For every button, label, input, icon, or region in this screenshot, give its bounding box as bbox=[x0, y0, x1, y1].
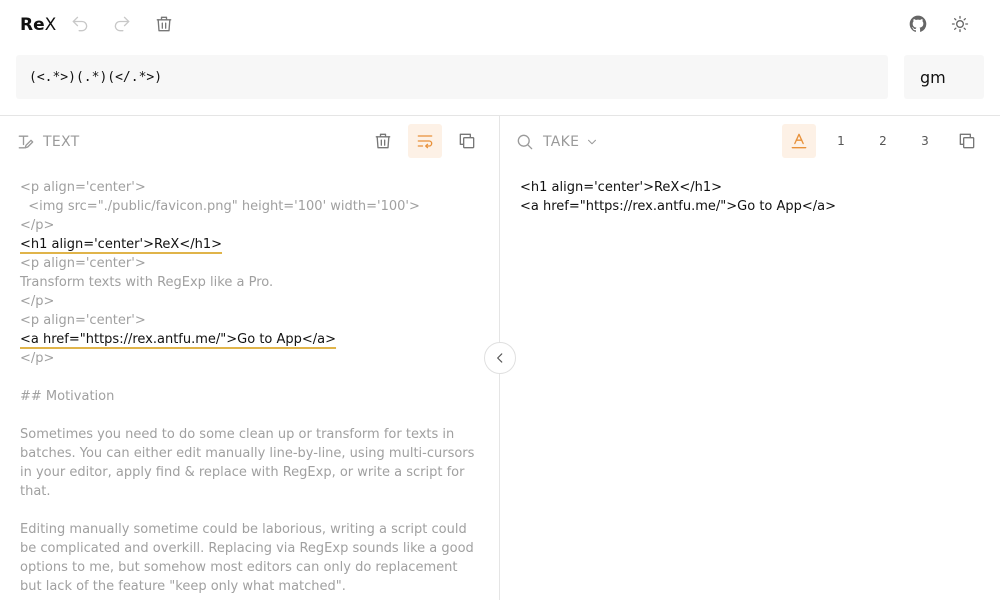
text-line: </p> bbox=[20, 216, 490, 235]
match-all-toggle[interactable] bbox=[782, 124, 816, 158]
copy-result-button[interactable] bbox=[950, 124, 984, 158]
text-line-content: that. bbox=[20, 484, 51, 499]
matched-text: <a href="https://rex.antfu.me/">Go to Ap… bbox=[20, 332, 337, 347]
edit-text-icon bbox=[18, 135, 34, 149]
result-line: <h1 align='center'>ReX</h1> bbox=[520, 180, 723, 195]
text-wrap-icon bbox=[417, 135, 433, 149]
group-3-button[interactable]: 3 bbox=[908, 124, 942, 158]
redo-icon bbox=[114, 16, 130, 32]
app-header: ReX bbox=[0, 0, 1000, 50]
text-line: <p align='center'> bbox=[20, 178, 490, 197]
app-logo: ReX bbox=[20, 15, 57, 35]
text-line-content: batches. You can either edit manually li… bbox=[20, 446, 475, 461]
text-line: batches. You can either edit manually li… bbox=[20, 444, 490, 463]
text-pane: TEXT <p align='center'> <img src="./publ… bbox=[0, 116, 500, 600]
wrap-lines-toggle[interactable] bbox=[408, 124, 442, 158]
text-editor[interactable]: <p align='center'> <img src="./public/fa… bbox=[20, 178, 490, 596]
text-pane-header: TEXT bbox=[16, 132, 80, 152]
clear-all-button[interactable] bbox=[153, 13, 175, 35]
text-line: Editing manually sometime could be labor… bbox=[20, 520, 490, 539]
text-line-content: </p> bbox=[20, 351, 55, 366]
result-output: <h1 align='center'>ReX</h1> <a href="http… bbox=[520, 178, 980, 216]
copy-icon bbox=[459, 133, 475, 149]
group-1-button[interactable]: 1 bbox=[824, 124, 858, 158]
text-line-content: </p> bbox=[20, 218, 55, 233]
text-line-content: ## Motivation bbox=[20, 389, 115, 404]
chevron-left-icon bbox=[497, 353, 503, 363]
text-line-content: Sometimes you need to do some clean up o… bbox=[20, 427, 455, 442]
text-line-content: <p align='center'> bbox=[20, 256, 146, 271]
clear-text-button[interactable] bbox=[366, 124, 400, 158]
sun-icon bbox=[951, 15, 969, 33]
take-pane-toolbar: TAKE 1 2 3 bbox=[501, 116, 1000, 164]
text-line: </p> bbox=[20, 349, 490, 368]
text-line: in your editor, apply find & replace wit… bbox=[20, 463, 490, 482]
matched-text: <h1 align='center'>ReX</h1> bbox=[20, 237, 223, 252]
text-line: Transform texts with RegExp like a Pro. bbox=[20, 273, 490, 292]
text-line-content: </p> bbox=[20, 294, 55, 309]
theme-toggle-button[interactable] bbox=[949, 13, 971, 35]
copy-icon bbox=[959, 133, 975, 149]
take-mode-dropdown[interactable]: TAKE bbox=[515, 132, 599, 152]
search-icon bbox=[517, 134, 533, 150]
text-line: ## Motivation bbox=[20, 387, 490, 406]
collapse-pane-button[interactable] bbox=[484, 342, 516, 374]
regex-pattern-input[interactable] bbox=[16, 55, 888, 99]
result-line: <a href="https://rex.antfu.me/">Go to Ap… bbox=[520, 199, 837, 214]
text-line: </p> bbox=[20, 292, 490, 311]
text-line: <img src="./public/favicon.png" height='… bbox=[20, 197, 490, 216]
text-line: be complicated and overkill. Replacing v… bbox=[20, 539, 490, 558]
regex-bar bbox=[0, 50, 1000, 116]
text-line: <a href="https://rex.antfu.me/">Go to Ap… bbox=[20, 330, 490, 349]
text-line-content: Transform texts with RegExp like a Pro. bbox=[20, 275, 274, 290]
github-icon bbox=[909, 15, 927, 32]
copy-text-button[interactable] bbox=[450, 124, 484, 158]
trash-icon bbox=[156, 16, 172, 32]
take-pane: TAKE 1 2 3 <h1 align='center'>ReX</h1> <a… bbox=[501, 116, 1000, 600]
text-line: Sometimes you need to do some clean up o… bbox=[20, 425, 490, 444]
text-line-content: Editing manually sometime could be labor… bbox=[20, 522, 467, 537]
redo-button[interactable] bbox=[111, 13, 133, 35]
text-line-content: be complicated and overkill. Replacing v… bbox=[20, 541, 474, 556]
text-pane-label: TEXT bbox=[43, 134, 80, 150]
regex-flags-input[interactable] bbox=[904, 55, 984, 99]
undo-icon bbox=[72, 16, 88, 32]
github-link[interactable] bbox=[907, 13, 929, 35]
text-line: but lack of the feature "keep only what … bbox=[20, 577, 490, 596]
text-highlight-icon bbox=[791, 133, 807, 149]
undo-button[interactable] bbox=[69, 13, 91, 35]
text-line: <h1 align='center'>ReX</h1> bbox=[20, 235, 490, 254]
text-line: options to me, but somehow most editors … bbox=[20, 558, 490, 577]
text-line bbox=[20, 368, 490, 387]
text-line: <p align='center'> bbox=[20, 254, 490, 273]
chevron-down-icon bbox=[588, 139, 597, 145]
text-line-content: <img src="./public/favicon.png" height='… bbox=[20, 199, 420, 214]
text-line: that. bbox=[20, 482, 490, 501]
text-line: <p align='center'> bbox=[20, 311, 490, 330]
text-line-content: but lack of the feature "keep only what … bbox=[20, 579, 346, 594]
take-mode-label: TAKE bbox=[543, 134, 580, 150]
text-line-content: <p align='center'> bbox=[20, 313, 146, 328]
text-line-content: in your editor, apply find & replace wit… bbox=[20, 465, 465, 480]
trash-icon bbox=[375, 133, 391, 149]
group-2-button[interactable]: 2 bbox=[866, 124, 900, 158]
text-line bbox=[20, 501, 490, 520]
text-line-content: options to me, but somehow most editors … bbox=[20, 560, 458, 575]
text-line-content: <p align='center'> bbox=[20, 180, 146, 195]
text-pane-toolbar: TEXT bbox=[0, 116, 499, 164]
text-line bbox=[20, 406, 490, 425]
